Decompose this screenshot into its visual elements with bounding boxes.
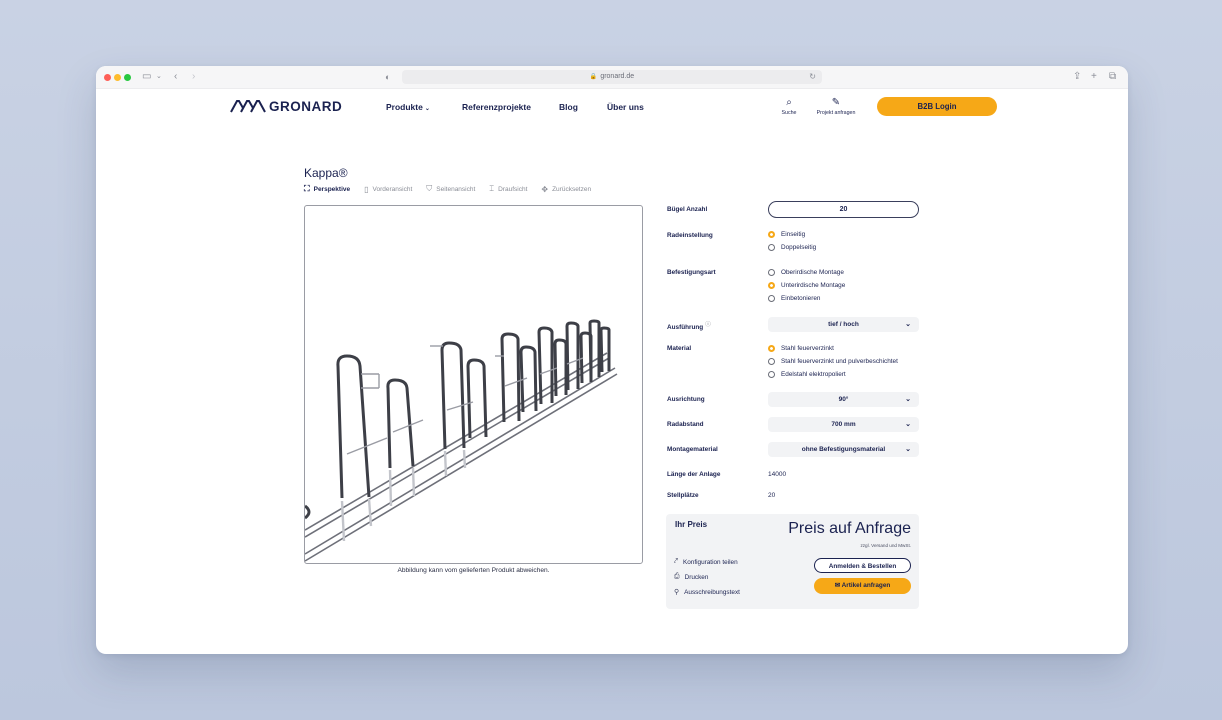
minimize-window-button[interactable] bbox=[114, 74, 121, 81]
view-draufsicht[interactable]: ⌶ Draufsicht bbox=[489, 184, 527, 194]
radabstand-select[interactable]: 700 mm ⌄ bbox=[768, 417, 919, 432]
view-seitenansicht[interactable]: ⛉ Seitenansicht bbox=[426, 184, 475, 194]
nav-blog[interactable]: Blog bbox=[559, 102, 578, 112]
close-window-button[interactable] bbox=[104, 74, 111, 81]
bike-rack-illustration bbox=[305, 319, 618, 562]
radio-einseitig[interactable]: Einseitig bbox=[768, 231, 805, 238]
radio-einbetonieren[interactable]: Einbetonieren bbox=[768, 295, 820, 302]
price-value: Preis auf Anfrage bbox=[788, 520, 911, 537]
radio-edelstahl[interactable]: Edelstahl elektropoliert bbox=[768, 371, 846, 378]
product-3d-viewer[interactable] bbox=[304, 205, 643, 564]
search-icon: ⌕ bbox=[786, 97, 792, 108]
search-button[interactable]: ⌕ Suche bbox=[778, 97, 800, 117]
mail-icon: ✉ bbox=[834, 582, 842, 589]
zoom-window-button[interactable] bbox=[124, 74, 131, 81]
print-icon: ⎙ bbox=[674, 573, 680, 580]
product-title: Kappa® bbox=[304, 166, 348, 180]
brand-logo[interactable]: GRONARD bbox=[230, 98, 342, 114]
chevron-down-icon: ⌄ bbox=[424, 106, 430, 112]
nav-ueber-uns[interactable]: Über uns bbox=[607, 102, 644, 112]
top-view-icon: ⌶ bbox=[489, 184, 495, 193]
side-view-icon: ⛉ bbox=[426, 184, 433, 193]
view-perspektive[interactable]: ⛶ Perspektive bbox=[304, 184, 350, 194]
request-article-button[interactable]: ✉ Artikel anfragen bbox=[814, 578, 911, 594]
material-label: Material bbox=[667, 345, 692, 352]
buegel-anzahl-input[interactable]: 20 bbox=[768, 201, 919, 218]
front-view-icon: ▯ bbox=[364, 184, 369, 194]
ausrichtung-select[interactable]: 90° ⌄ bbox=[768, 392, 919, 407]
search-label: Suche bbox=[781, 110, 797, 116]
document-icon: ⚲ bbox=[674, 589, 680, 596]
view-zuruecksetzen[interactable]: ✥ Zurücksetzen bbox=[541, 184, 591, 194]
browser-toolbar: ▭ ⌄ ‹ › ◐ 🔒 gronard.de ↻ ⇪ + ⧉ bbox=[96, 66, 1128, 89]
radeinstellung-label: Radeinstellung bbox=[667, 232, 713, 239]
chevron-down-icon: ⌄ bbox=[905, 396, 911, 403]
forward-icon[interactable]: › bbox=[192, 70, 195, 84]
befestigungsart-label: Befestigungsart bbox=[667, 269, 716, 276]
chevron-down-icon: ⌄ bbox=[905, 446, 911, 453]
site-header: GRONARD Produkte ⌄ Referenzprojekte Blog … bbox=[96, 88, 1128, 128]
nav-produkte[interactable]: Produkte ⌄ bbox=[386, 102, 430, 112]
radio-doppelseitig[interactable]: Doppelseitig bbox=[768, 244, 816, 251]
chevron-down-icon: ⌄ bbox=[905, 321, 911, 328]
nav-referenzprojekte[interactable]: Referenzprojekte bbox=[462, 102, 531, 112]
b2b-login-button[interactable]: B2B Login bbox=[877, 97, 997, 116]
price-note: zzgl. Versand und MwSt. bbox=[860, 543, 911, 548]
browser-window: ▭ ⌄ ‹ › ◐ 🔒 gronard.de ↻ ⇪ + ⧉ GRONARD Pr… bbox=[96, 66, 1128, 654]
stellplaetze-value: 20 bbox=[768, 492, 776, 499]
url-text: gronard.de bbox=[600, 73, 635, 80]
radio-pulverbeschichtet[interactable]: Stahl feuerverzinkt und pulverbeschichte… bbox=[768, 358, 898, 365]
laenge-label: Länge der Anlage bbox=[667, 471, 721, 478]
new-tab-icon[interactable]: + bbox=[1091, 70, 1097, 84]
info-icon[interactable]: ⓘ bbox=[705, 322, 711, 328]
montagematerial-label: Montagematerial bbox=[667, 446, 718, 453]
share-icon: ⤤ bbox=[674, 558, 678, 565]
view-switcher: ⛶ Perspektive ▯ Vorderansicht ⛉ Seitenansic… bbox=[304, 184, 591, 194]
sidebar-icon[interactable]: ▭ bbox=[142, 70, 151, 84]
montagematerial-select[interactable]: ohne Befestigungsmaterial ⌄ bbox=[768, 442, 919, 457]
perspective-icon: ⛶ bbox=[304, 184, 310, 193]
laenge-value: 14000 bbox=[768, 471, 787, 478]
project-request-label: Projekt anfragen bbox=[816, 110, 856, 116]
edit-icon: ✎ bbox=[831, 97, 841, 108]
radabstand-label: Radabstand bbox=[667, 421, 704, 428]
project-request-button[interactable]: ✎ Projekt anfragen bbox=[814, 97, 858, 117]
login-order-button[interactable]: Anmelden & Bestellen bbox=[814, 558, 911, 573]
chevron-down-icon[interactable]: ⌄ bbox=[156, 70, 162, 84]
radio-unterirdisch[interactable]: Unterirdische Montage bbox=[768, 282, 845, 289]
lock-icon: 🔒 bbox=[589, 74, 598, 80]
shield-icon[interactable]: ◐ bbox=[385, 70, 390, 84]
chevron-down-icon: ⌄ bbox=[905, 421, 911, 428]
back-icon[interactable]: ‹ bbox=[174, 70, 177, 84]
tabs-overview-icon[interactable]: ⧉ bbox=[1109, 70, 1116, 84]
address-bar[interactable]: 🔒 gronard.de ↻ bbox=[402, 70, 822, 84]
price-label: Ihr Preis bbox=[675, 520, 708, 529]
radio-oberirdisch[interactable]: Oberirdische Montage bbox=[768, 269, 844, 276]
tender-text-link[interactable]: ⚲ Ausschreibungstext bbox=[674, 588, 740, 597]
ausfuehrung-select[interactable]: tief / hoch ⌄ bbox=[768, 317, 919, 332]
stellplaetze-label: Stellplätze bbox=[667, 492, 699, 499]
view-vorderansicht[interactable]: ▯ Vorderansicht bbox=[364, 184, 412, 194]
radio-feuerverzinkt[interactable]: Stahl feuerverzinkt bbox=[768, 345, 834, 352]
reset-icon: ✥ bbox=[541, 184, 549, 194]
price-box: Ihr Preis Preis auf Anfrage zzgl. Versan… bbox=[666, 514, 919, 609]
reload-icon[interactable]: ↻ bbox=[809, 70, 816, 84]
brand-name: GRONARD bbox=[269, 98, 343, 114]
share-icon[interactable]: ⇪ bbox=[1073, 70, 1081, 84]
print-link[interactable]: ⎙ Drucken bbox=[674, 573, 708, 581]
share-config-link[interactable]: ⤤ Konfiguration teilen bbox=[674, 558, 738, 566]
ausrichtung-label: Ausrichtung bbox=[667, 396, 705, 403]
logo-mark-icon bbox=[230, 100, 266, 113]
image-disclaimer: Abbildung kann vom gelieferten Produkt a… bbox=[397, 567, 550, 574]
ausfuehrung-label: Ausführung ⓘ bbox=[667, 322, 711, 332]
buegel-label: Bügel Anzahl bbox=[667, 206, 708, 213]
